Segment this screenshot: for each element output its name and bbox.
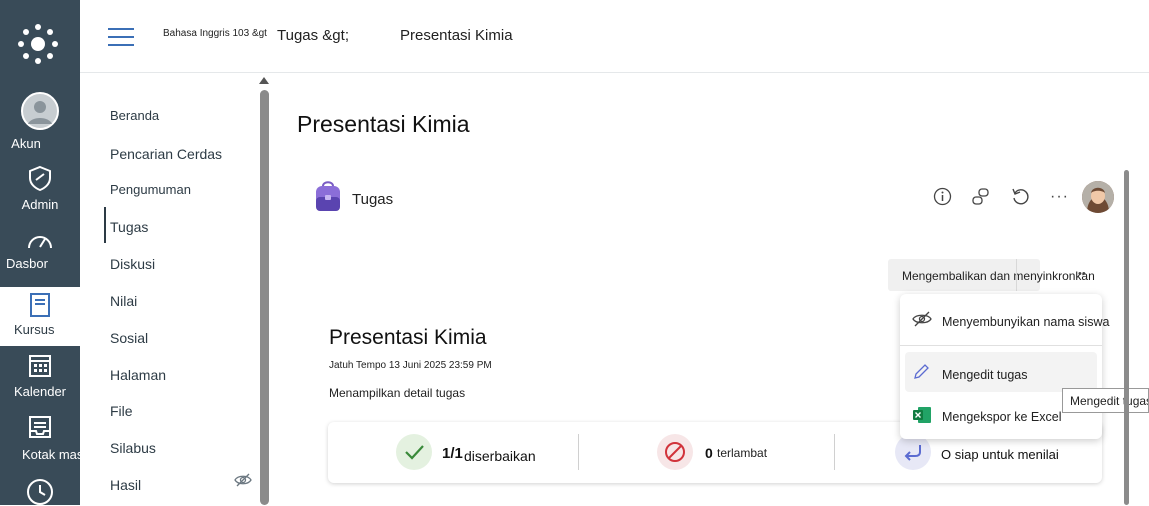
due-date: Jatuh Tempo 13 Juni 2025 23:59 PM	[329, 360, 492, 371]
course-nav-assignments[interactable]: Tugas	[110, 219, 148, 235]
split-divider	[1016, 259, 1017, 291]
menu-item-export-excel[interactable]: Mengekspor ke Excel	[942, 410, 1062, 424]
ready-label: O siap untuk menilai	[941, 447, 1059, 462]
global-nav-label: Dasbor	[6, 256, 48, 271]
breadcrumb-section[interactable]: Tugas &gt;	[277, 27, 349, 44]
main-scrollbar[interactable]	[1124, 170, 1129, 505]
course-nav-discussions[interactable]: Diskusi	[110, 256, 155, 272]
global-nav-calendar[interactable]: Kalender	[0, 352, 80, 402]
return-arrow-icon	[904, 445, 921, 461]
course-nav-files[interactable]: File	[110, 403, 133, 419]
late-count: 0	[705, 445, 713, 461]
global-nav-label: Kursus	[14, 322, 55, 337]
hidden-eye-icon	[234, 473, 252, 492]
pencil-icon	[912, 363, 930, 386]
backpack-icon	[314, 180, 342, 217]
page-title: Presentasi Kimia	[297, 111, 470, 137]
global-nav-inbox[interactable]: Kotak mas	[0, 415, 84, 465]
global-nav-dashboard[interactable]: Dasbor	[0, 230, 80, 280]
blocked-icon	[665, 442, 685, 462]
header: Bahasa Inggris 103 &gt Tugas &gt; Presen…	[80, 0, 1149, 73]
more-options-icon[interactable]: ···	[1050, 188, 1069, 206]
global-nav-history[interactable]	[0, 478, 80, 505]
graded-count: 1/1	[442, 445, 463, 462]
global-nav-label: Admin	[21, 197, 59, 212]
course-nav-scrollbar[interactable]	[260, 90, 269, 505]
sync-more-icon[interactable]: ••	[1078, 268, 1086, 280]
scroll-up-arrow-icon[interactable]	[259, 77, 269, 84]
share-icon[interactable]	[971, 187, 990, 211]
eye-off-icon	[912, 311, 932, 332]
inbox-icon	[29, 416, 51, 438]
course-nav-grades[interactable]: Nilai	[110, 293, 137, 309]
dashboard-icon	[28, 236, 52, 249]
stats-divider	[578, 434, 579, 470]
course-nav-smart-search[interactable]: Pencarian Cerdas	[110, 146, 222, 162]
shield-icon	[29, 165, 51, 191]
course-nav-home[interactable]: Beranda	[110, 108, 159, 123]
global-nav: Akun Admin Dasbor Kursus Kalender Kotak …	[0, 0, 84, 505]
app-title: Tugas	[352, 191, 394, 208]
late-circle	[657, 434, 693, 470]
graded-label: diserbaikan	[464, 448, 536, 464]
show-details-link[interactable]: Menampilkan detail tugas	[329, 386, 465, 400]
clock-icon	[27, 479, 53, 505]
global-nav-label: Kalender	[13, 384, 67, 399]
context-menu: Menyembunyikan nama siswa Mengedit tugas…	[900, 294, 1109, 439]
refresh-icon[interactable]	[1011, 187, 1030, 211]
calendar-icon	[29, 355, 51, 377]
tooltip: Mengedit tugas	[1062, 388, 1149, 413]
course-nav: Beranda Pencarian Cerdas Pengumuman Tuga…	[80, 73, 258, 505]
breadcrumb-course[interactable]: Bahasa Inggris 103 &gt	[163, 28, 267, 39]
menu-item-edit[interactable]: Mengedit tugas	[942, 368, 1027, 382]
menu-divider	[900, 345, 1102, 346]
canvas-logo-icon[interactable]	[16, 22, 60, 66]
global-nav-account[interactable]: Akun	[0, 92, 80, 152]
return-sync-button[interactable]: Mengembalikan dan menyinkronkan	[888, 259, 1095, 291]
graded-circle	[396, 434, 432, 470]
course-nav-outcomes[interactable]: Hasil	[110, 477, 141, 493]
avatar-icon	[21, 92, 59, 130]
book-icon	[30, 293, 50, 317]
course-nav-pages[interactable]: Halaman	[110, 367, 166, 383]
active-indicator	[104, 207, 106, 243]
breadcrumb-current: Presentasi Kimia	[400, 27, 513, 44]
global-nav-label: Kotak mas	[22, 447, 84, 462]
menu-item-hide-names[interactable]: Menyembunyikan nama siswa	[942, 315, 1109, 329]
info-icon[interactable]	[933, 187, 952, 211]
stats-divider	[834, 434, 835, 470]
course-nav-announcements[interactable]: Pengumuman	[110, 182, 191, 197]
course-nav-social[interactable]: Sosial	[110, 330, 148, 346]
global-nav-label: Akun	[11, 136, 41, 151]
ready-circle	[895, 434, 931, 470]
checkmark-icon	[405, 445, 424, 460]
excel-icon	[912, 406, 932, 429]
hamburger-menu-icon[interactable]	[108, 28, 134, 48]
global-nav-courses[interactable]: Kursus	[0, 287, 80, 346]
late-label: terlambat	[717, 446, 768, 460]
global-nav-admin[interactable]: Admin	[0, 165, 80, 215]
course-nav-syllabus[interactable]: Silabus	[110, 440, 156, 456]
user-avatar[interactable]	[1082, 181, 1114, 213]
assignment-title: Presentasi Kimia	[329, 326, 487, 349]
